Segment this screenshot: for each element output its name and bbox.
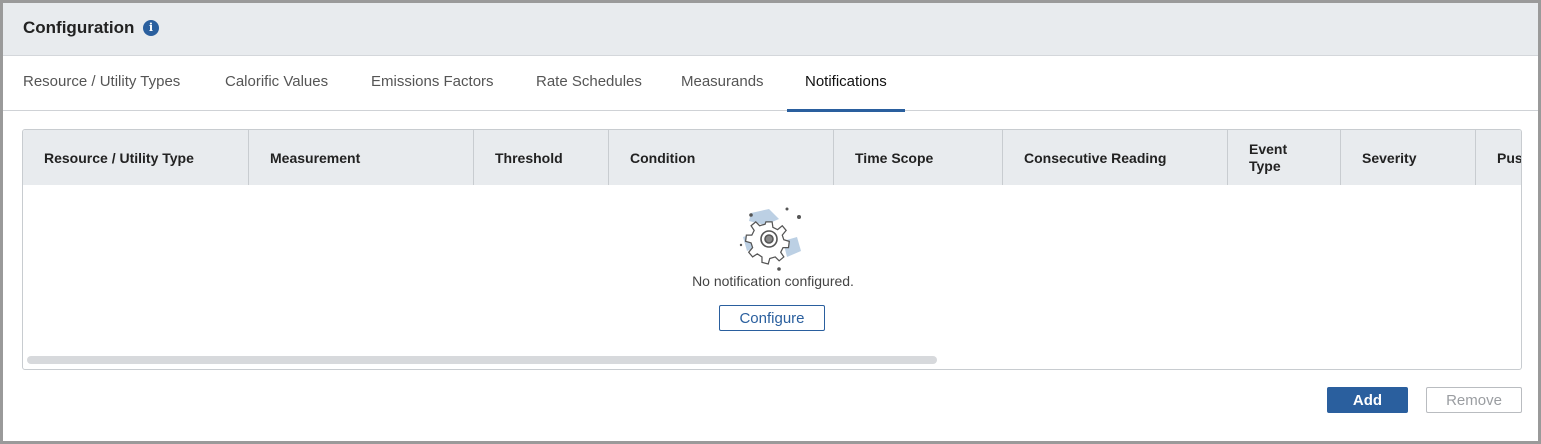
- event-type-label: Event Type: [1249, 140, 1288, 174]
- tab-bar: Resource / Utility Types Calorific Value…: [3, 56, 1538, 112]
- remove-button[interactable]: Remove: [1426, 387, 1522, 413]
- column-header-severity[interactable]: Severity: [1340, 130, 1475, 185]
- column-header-push[interactable]: Pus: [1475, 130, 1521, 185]
- info-icon[interactable]: i: [143, 20, 159, 36]
- tab-rate-schedules[interactable]: Rate Schedules: [518, 56, 660, 111]
- page-title: Configuration: [23, 18, 135, 37]
- tab-notifications[interactable]: Notifications: [787, 56, 905, 112]
- configuration-panel: Configuration i Resource / Utility Types…: [0, 0, 1541, 444]
- column-header-time-scope[interactable]: Time Scope: [833, 130, 1002, 185]
- empty-state: No notification configured. Configure: [23, 185, 1521, 355]
- column-header-event-type[interactable]: Event Type: [1227, 130, 1340, 185]
- gear-empty-icon: [739, 207, 801, 271]
- column-header-measurement[interactable]: Measurement: [248, 130, 473, 185]
- add-button[interactable]: Add: [1327, 387, 1408, 413]
- column-header-consecutive-reading[interactable]: Consecutive Reading: [1002, 130, 1227, 185]
- column-header-condition[interactable]: Condition: [608, 130, 833, 185]
- column-header-resource-utility-type[interactable]: Resource / Utility Type: [23, 130, 248, 185]
- grid-header: Resource / Utility Type Measurement Thre…: [23, 130, 1521, 185]
- configure-button[interactable]: Configure: [719, 305, 825, 331]
- notifications-grid: Resource / Utility Type Measurement Thre…: [22, 129, 1522, 370]
- tab-emissions-factors[interactable]: Emissions Factors: [353, 56, 512, 111]
- horizontal-scrollbar[interactable]: [27, 356, 937, 364]
- panel-header: Configuration i: [3, 3, 1538, 56]
- column-header-threshold[interactable]: Threshold: [473, 130, 608, 185]
- tab-measurands[interactable]: Measurands: [663, 56, 782, 111]
- tab-resource-utility-types[interactable]: Resource / Utility Types: [5, 56, 198, 111]
- tab-calorific-values[interactable]: Calorific Values: [207, 56, 346, 111]
- empty-message: No notification configured.: [692, 273, 854, 289]
